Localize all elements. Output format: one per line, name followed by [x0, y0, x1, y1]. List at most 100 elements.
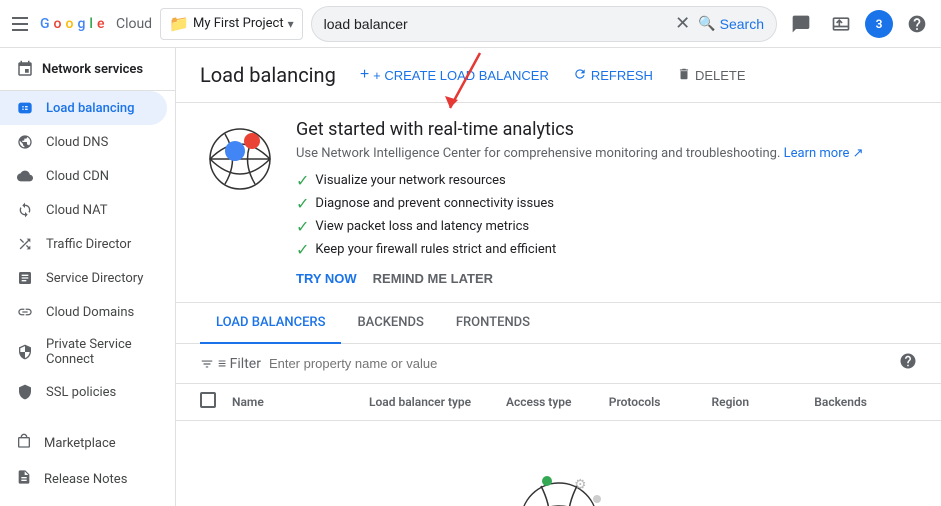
- project-name: My First Project: [193, 16, 284, 31]
- search-bar: ✕ 🔍 Search: [311, 6, 777, 42]
- sidebar-item-private-service-connect[interactable]: Private Service Connect: [0, 329, 167, 375]
- check-icon: ✓: [296, 240, 309, 259]
- google-cloud-logo: Google Cloud: [40, 16, 152, 32]
- feature-item: ✓ Keep your firewall rules strict and ef…: [296, 240, 917, 259]
- sidebar-item-label: Private Service Connect: [46, 337, 151, 367]
- tab-load-balancers[interactable]: LOAD BALANCERS: [200, 303, 341, 344]
- sidebar-header: Network services: [0, 48, 175, 91]
- sidebar-item-cloud-nat[interactable]: Cloud NAT: [0, 193, 167, 227]
- col-header-region: Region: [712, 395, 815, 409]
- search-icon: 🔍: [698, 15, 715, 32]
- marketplace-icon: [16, 433, 32, 453]
- sidebar-item-traffic-director[interactable]: Traffic Director: [0, 227, 167, 261]
- help-icon[interactable]: [901, 8, 933, 40]
- project-selector[interactable]: 📁 My First Project ▾: [160, 8, 303, 40]
- create-load-balancer-button[interactable]: + + CREATE LOAD BALANCER: [352, 60, 557, 90]
- col-header-access: Access type: [506, 395, 609, 409]
- ssl-icon: [16, 383, 34, 401]
- empty-state-illustration: ⚙: [479, 461, 639, 506]
- hamburger-menu[interactable]: [8, 12, 32, 36]
- delete-icon: [677, 67, 691, 84]
- refresh-icon: [573, 67, 587, 84]
- page-header: Load balancing + + CREATE LOAD BALANCER …: [176, 48, 941, 103]
- header-actions: + + CREATE LOAD BALANCER REFRESH DELETE: [352, 60, 754, 90]
- avatar[interactable]: 3: [865, 10, 893, 38]
- sidebar-item-label: Traffic Director: [46, 237, 131, 252]
- folder-icon: 📁: [169, 14, 189, 33]
- table-header: Name Load balancer type Access type Prot…: [176, 384, 941, 421]
- release-notes-label: Release Notes: [44, 472, 127, 487]
- chevron-down-icon: ▾: [288, 17, 294, 31]
- sidebar-item-cloud-dns[interactable]: Cloud DNS: [0, 125, 167, 159]
- feature-item: ✓ Visualize your network resources: [296, 171, 917, 190]
- sidebar-item-label: Load balancing: [46, 101, 135, 116]
- col-header-type: Load balancer type: [369, 395, 506, 409]
- sidebar-item-load-balancing[interactable]: Load balancing: [0, 91, 167, 125]
- traffic-director-icon: [16, 235, 34, 253]
- feature-item: ✓ View packet loss and latency metrics: [296, 217, 917, 236]
- sidebar-item-cloud-domains[interactable]: Cloud Domains: [0, 295, 167, 329]
- feature-item: ✓ Diagnose and prevent connectivity issu…: [296, 194, 917, 213]
- refresh-button[interactable]: REFRESH: [565, 61, 661, 90]
- select-all-checkbox[interactable]: [200, 392, 232, 412]
- collapse-sidebar-button[interactable]: [0, 497, 175, 506]
- topbar-left: Google Cloud 📁 My First Project ▾: [8, 8, 303, 40]
- svg-text:⚙: ⚙: [574, 477, 587, 493]
- load-balancing-icon: [16, 99, 34, 117]
- promo-features: ✓ Visualize your network resources ✓ Dia…: [296, 171, 917, 259]
- delete-button[interactable]: DELETE: [669, 61, 754, 90]
- sidebar-item-cloud-cdn[interactable]: Cloud CDN: [0, 159, 167, 193]
- learn-more-link[interactable]: Learn more ↗: [784, 146, 864, 161]
- sidebar-item-release-notes[interactable]: Release Notes: [0, 461, 175, 497]
- sidebar-item-label: Cloud CDN: [46, 169, 109, 184]
- cloud-cdn-icon: [16, 167, 34, 185]
- service-directory-icon: [16, 269, 34, 287]
- remind-later-button[interactable]: REMIND ME LATER: [373, 271, 493, 286]
- promo-actions: TRY NOW REMIND ME LATER: [296, 271, 917, 286]
- sidebar-item-label: Service Directory: [46, 271, 143, 286]
- check-icon: ✓: [296, 194, 309, 213]
- sidebar-header-label: Network services: [42, 62, 143, 77]
- search-button[interactable]: 🔍 Search: [698, 15, 764, 32]
- tab-backends[interactable]: BACKENDS: [341, 303, 439, 344]
- promo-title: Get started with real-time analytics: [296, 119, 917, 140]
- col-header-name: Name: [232, 395, 369, 409]
- col-header-protocols: Protocols: [609, 395, 712, 409]
- marketplace-label: Marketplace: [44, 436, 116, 451]
- sidebar-item-label: Cloud NAT: [46, 203, 108, 218]
- content-area: Load balancing + + CREATE LOAD BALANCER …: [176, 48, 941, 506]
- filter-help-icon[interactable]: [899, 352, 917, 375]
- sidebar-item-marketplace[interactable]: Marketplace: [0, 425, 175, 461]
- sidebar: Network services Load balancing Cloud DN…: [0, 48, 176, 506]
- check-icon: ✓: [296, 217, 309, 236]
- cloud-nat-icon: [16, 201, 34, 219]
- promo-banner: Get started with real-time analytics Use…: [176, 103, 941, 303]
- check-icon: ✓: [296, 171, 309, 190]
- sidebar-item-label: Cloud Domains: [46, 305, 134, 320]
- search-input[interactable]: [324, 16, 675, 32]
- tab-frontends[interactable]: FRONTENDS: [440, 303, 546, 344]
- topbar: Google Cloud 📁 My First Project ▾ ✕ 🔍 Se…: [0, 0, 941, 48]
- topbar-right: 3: [785, 8, 933, 40]
- cloud-shell-icon[interactable]: [825, 8, 857, 40]
- sidebar-item-service-directory[interactable]: Service Directory: [0, 261, 167, 295]
- cloud-dns-icon: [16, 133, 34, 151]
- release-notes-icon: [16, 469, 32, 489]
- notifications-icon[interactable]: [785, 8, 817, 40]
- promo-content: Get started with real-time analytics Use…: [296, 119, 917, 286]
- sidebar-item-label: SSL policies: [46, 385, 116, 400]
- promo-image: [200, 119, 280, 199]
- search-clear-icon[interactable]: ✕: [675, 13, 690, 34]
- sidebar-item-ssl-policies[interactable]: SSL policies: [0, 375, 167, 409]
- filter-input[interactable]: [269, 356, 891, 371]
- promo-description: Use Network Intelligence Center for comp…: [296, 146, 917, 161]
- try-now-button[interactable]: TRY NOW: [296, 271, 357, 286]
- plus-icon: +: [360, 66, 369, 84]
- private-service-icon: [16, 343, 34, 361]
- cloud-domains-icon: [16, 303, 34, 321]
- sidebar-item-label: Cloud DNS: [46, 135, 108, 150]
- empty-state: ⚙: [176, 421, 941, 506]
- filter-bar: ≡ Filter: [176, 344, 941, 384]
- network-icon: [16, 60, 34, 78]
- main-layout: Network services Load balancing Cloud DN…: [0, 48, 941, 506]
